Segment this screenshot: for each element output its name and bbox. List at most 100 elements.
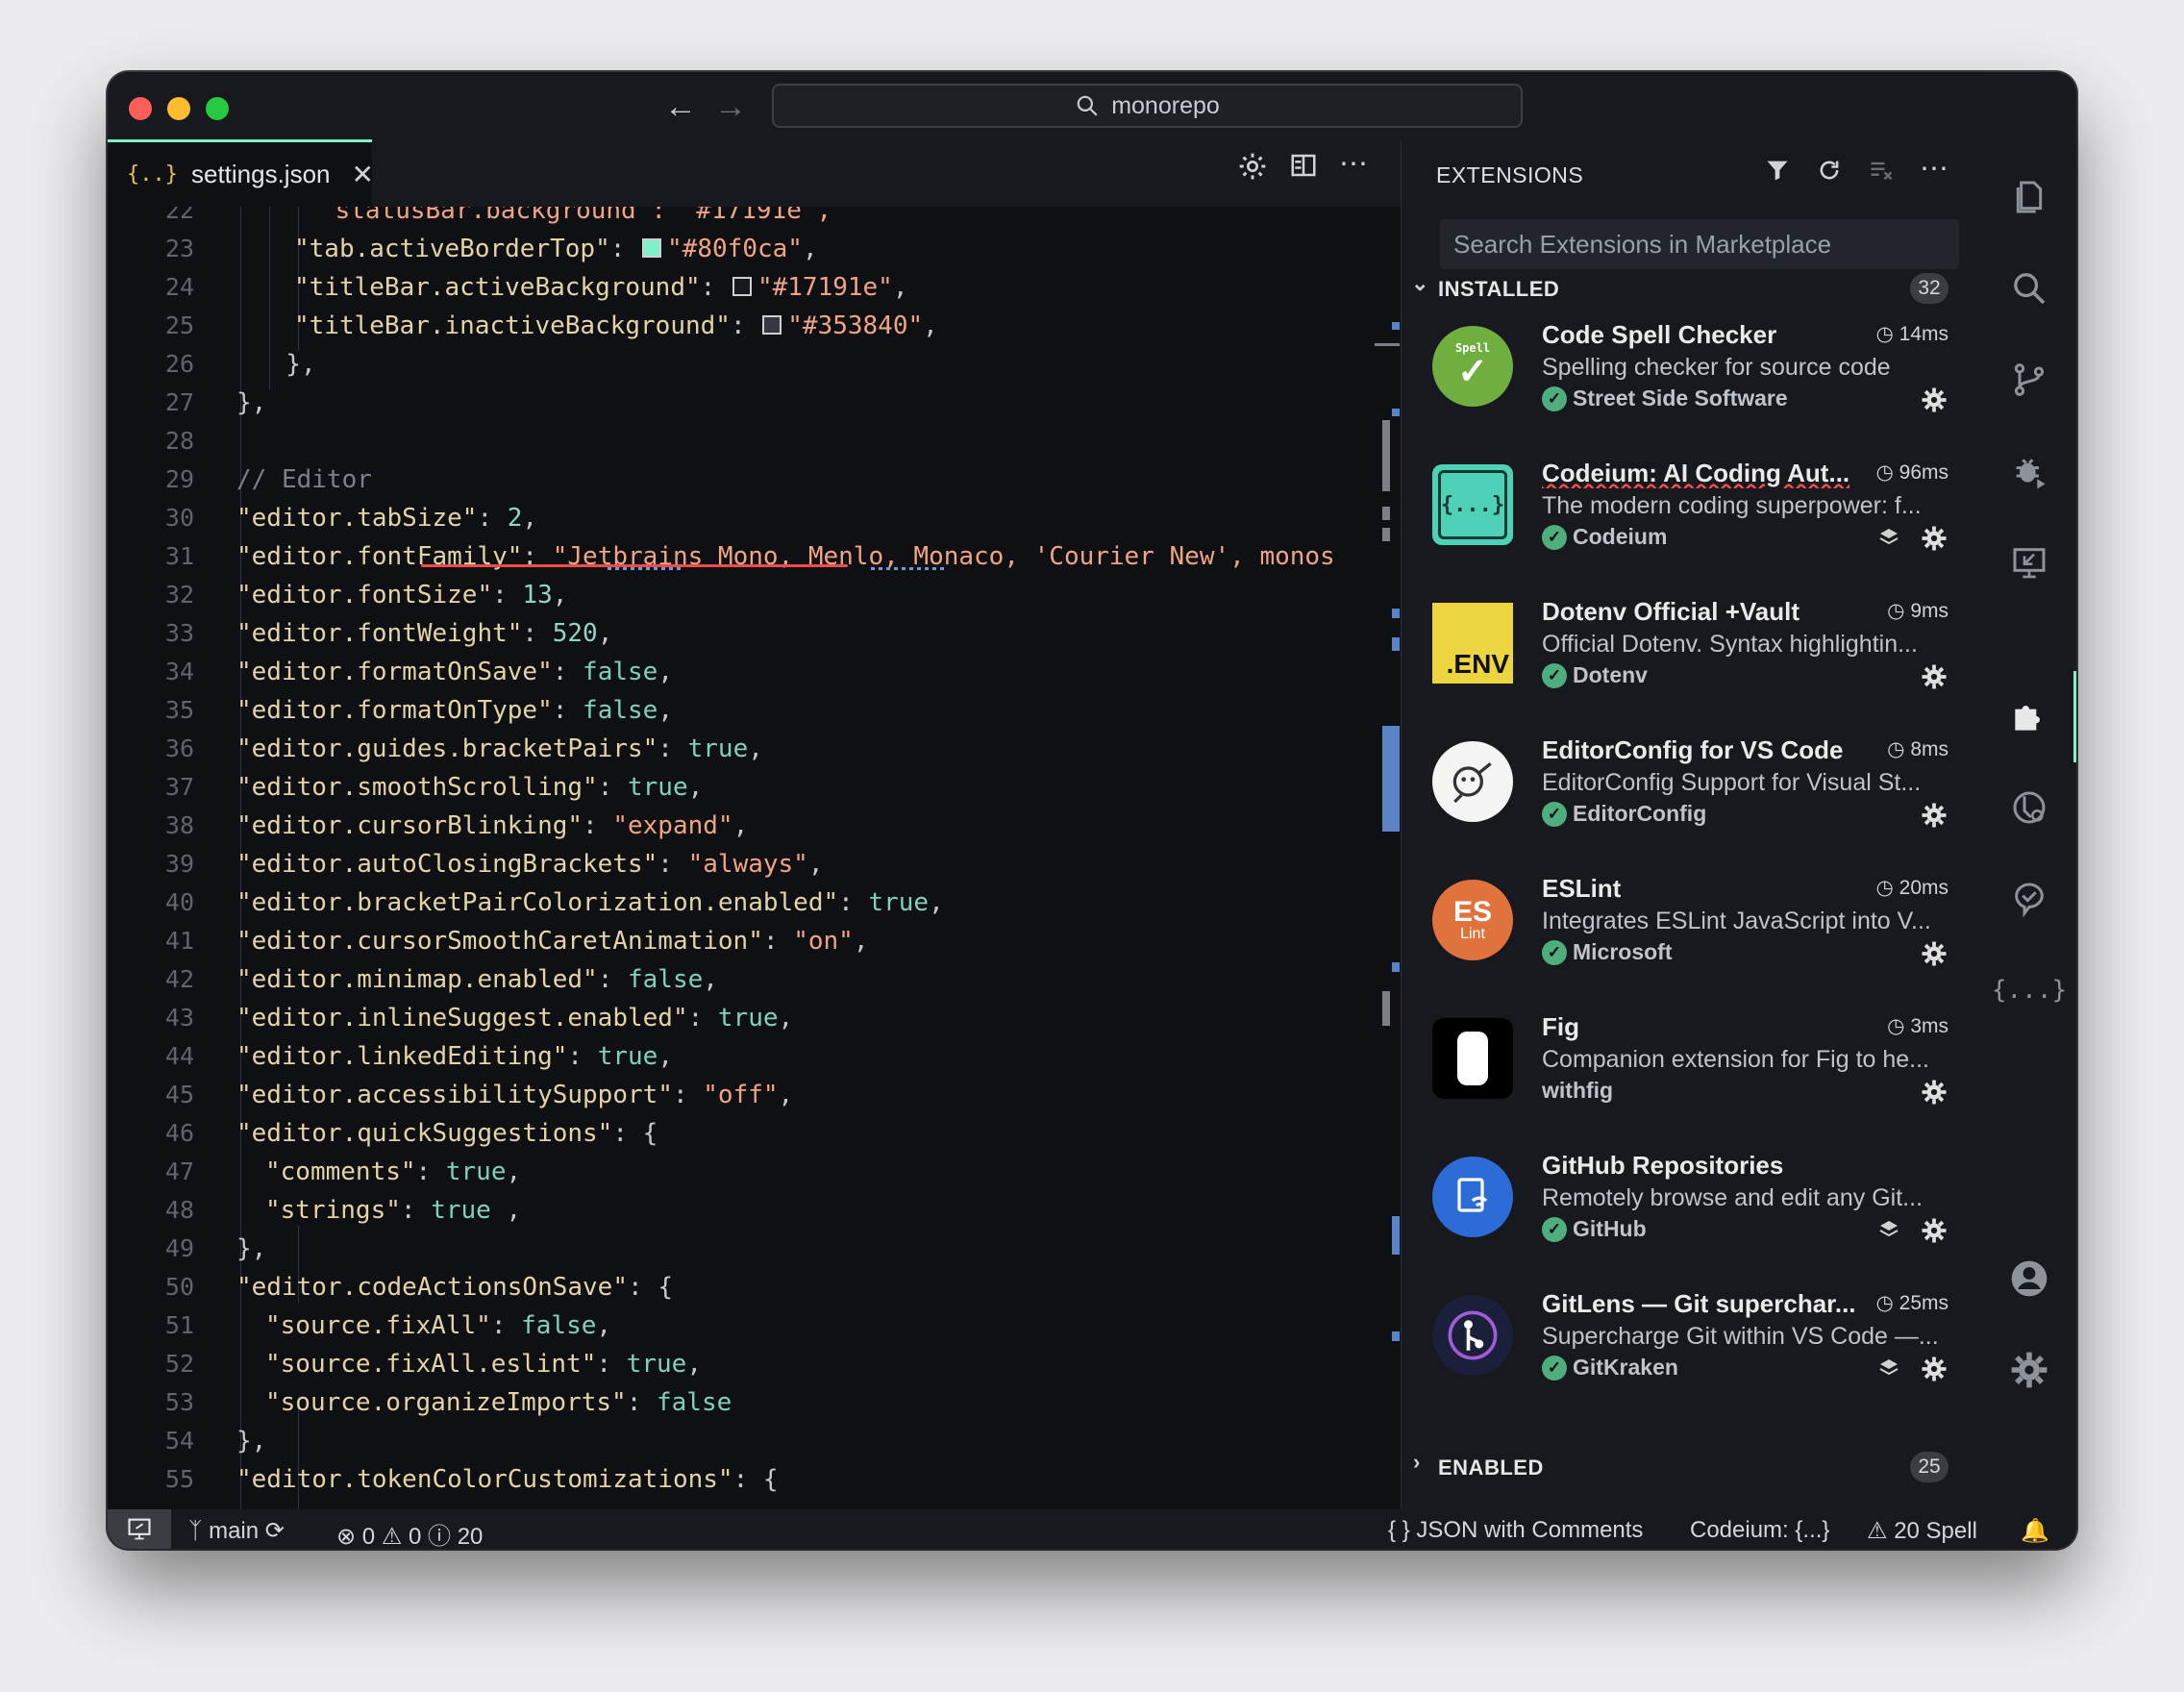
code-editor[interactable]: 22 23 24 25 26 27 28 29 30 31 32 33 34 35 36 37 38 39 40 41… (108, 207, 1401, 1509)
line-number: 41 (164, 927, 194, 955)
forward-arrow-icon[interactable]: → (713, 89, 748, 124)
line-number: 48 (164, 1196, 194, 1224)
more-actions-icon[interactable]: ⋯ (1920, 155, 1948, 184)
filter-icon[interactable] (1764, 157, 1791, 184)
publisher-name: Street Side Software (1573, 386, 1788, 411)
json-punct: , (658, 1042, 673, 1071)
layers-icon[interactable] (1877, 526, 1900, 556)
run-debug-icon[interactable] (1982, 437, 2076, 505)
explorer-icon[interactable] (1982, 163, 2076, 231)
search-icon[interactable] (1982, 255, 2076, 322)
extension-item[interactable]: Spell ✓ Code Spell Checker ◷ 14ms Spelling c… (1402, 311, 1983, 449)
clear-search-icon[interactable] (1868, 157, 1895, 184)
extension-name: EditorConfig for VS Code (1542, 735, 1844, 764)
branch-status[interactable]: ᛉ main ⟳ (188, 1517, 285, 1545)
json-braces-icon[interactable]: {...} (1982, 957, 2076, 1024)
chevron-down-icon: ⌄ (1411, 271, 1429, 295)
testing-icon[interactable] (1982, 774, 2076, 841)
remote-explorer-icon[interactable] (1982, 529, 2076, 596)
extension-description: Official Dotenv. Syntax highlightin... (1542, 631, 1918, 658)
extension-publisher[interactable]: ✓ Dotenv (1542, 662, 1648, 688)
activation-time: ◷ 14ms (1875, 322, 1948, 346)
extension-publisher[interactable]: ✓ GitKraken (1542, 1355, 1678, 1381)
manage-extension-gear-icon[interactable] (1920, 1216, 1948, 1253)
close-window-button[interactable] (129, 97, 152, 120)
installed-section-header[interactable]: ⌄ INSTALLED 32 (1402, 265, 1983, 310)
extension-publisher[interactable]: ✓ Street Side Software (1542, 386, 1788, 411)
enabled-section-header[interactable]: › ENABLED 25 (1402, 1444, 1983, 1488)
color-swatch[interactable] (762, 314, 782, 335)
json-key: "editor.formatOnType" (236, 696, 553, 725)
error-count: 0 (361, 1524, 376, 1549)
manage-extension-gear-icon[interactable] (1920, 939, 1948, 976)
language-mode[interactable]: { } JSON with Comments (1388, 1517, 1643, 1544)
json-colon: : (626, 1388, 657, 1417)
manage-extension-gear-icon[interactable] (1920, 386, 1948, 422)
tab-settings-json[interactable]: {..} settings.json ✕ (108, 139, 374, 207)
manage-extension-gear-icon[interactable] (1920, 662, 1948, 699)
json-colon: : (658, 850, 688, 879)
extension-publisher[interactable]: ✓ GitHub (1542, 1216, 1647, 1242)
color-swatch[interactable] (732, 276, 752, 296)
remote-indicator[interactable] (108, 1509, 171, 1549)
verified-icon: ✓ (1542, 1216, 1567, 1242)
more-actions-icon[interactable]: ⋯ (1339, 150, 1368, 182)
line-number: 34 (164, 658, 194, 685)
refresh-icon[interactable] (1816, 157, 1843, 184)
extension-item[interactable]: .ENV Dotenv Official +Vault ◷ 9ms Official … (1402, 587, 1983, 726)
editorconfig-extension-icon (1432, 741, 1513, 822)
problems-status[interactable]: ⊗ 0 ⚠ 0 ⓘ 20 (336, 1517, 483, 1549)
extension-publisher[interactable]: withfig (1542, 1078, 1613, 1104)
notifications-bell-icon[interactable]: 🔔 (2021, 1517, 2049, 1545)
split-editor-icon[interactable] (1289, 151, 1318, 180)
overview-ruler-mark (1392, 609, 1400, 618)
manage-extension-gear-icon[interactable] (1920, 524, 1948, 560)
layers-icon[interactable] (1877, 1218, 1900, 1248)
json-colon: : (552, 658, 583, 686)
json-key: "editor.accessibilitySupport" (236, 1081, 673, 1109)
code-line: "editor.bracketPairColorization.enabled"… (236, 883, 944, 922)
layers-icon[interactable] (1877, 1356, 1900, 1386)
search-icon (1077, 95, 1098, 116)
json-colon: : (762, 927, 794, 956)
spell-label: 20 Spell (1894, 1518, 1977, 1544)
close-tab-icon[interactable]: ✕ (352, 159, 374, 190)
gear-icon[interactable] (1237, 151, 1268, 182)
minimize-window-button[interactable] (167, 97, 190, 120)
back-arrow-icon[interactable]: ← (663, 89, 698, 124)
command-center-search[interactable]: monorepo (772, 84, 1523, 128)
json-value: "#353840" (787, 311, 924, 340)
extension-item[interactable]: Fig ◷ 3ms Companion extension for Fig to h… (1402, 1003, 1983, 1141)
color-swatch[interactable] (642, 237, 662, 258)
spell-extension-icon: Spell ✓ (1432, 326, 1513, 407)
extension-item[interactable]: EditorConfig for VS Code ◷ 8ms EditorConfi… (1402, 726, 1983, 864)
json-key: "editor.fontWeight" (236, 619, 523, 648)
extension-publisher[interactable]: ✓ Codeium (1542, 524, 1667, 550)
json-punct: , (597, 619, 613, 648)
manage-extension-gear-icon[interactable] (1920, 1078, 1948, 1114)
extension-name: GitHub Repositories (1542, 1151, 1784, 1180)
manage-extension-gear-icon[interactable] (1920, 801, 1948, 837)
account-icon[interactable] (1982, 1245, 2076, 1312)
extension-item[interactable]: GitLens — Git superchar... ◷ 25ms Supercha… (1402, 1280, 1983, 1418)
extension-item[interactable]: GitHub Repositories Remotely browse and e… (1402, 1141, 1983, 1280)
extension-publisher[interactable]: ✓ EditorConfig (1542, 801, 1706, 827)
extension-item[interactable]: {...} Codeium: AI Coding Aut... ◷ 96ms The … (1402, 449, 1983, 587)
code-token: }, (256, 350, 316, 379)
source-control-icon[interactable] (1982, 346, 2076, 413)
json-punct: , (686, 1350, 702, 1379)
extension-item[interactable]: ES Lint ESLint ◷ 20ms Integrates ESLint Java… (1402, 864, 1983, 1003)
codeium-status[interactable]: Codeium: {...} (1690, 1517, 1829, 1544)
codeium-chat-icon[interactable] (1982, 865, 2076, 933)
spell-status[interactable]: ⚠ 20 Spell (1867, 1517, 1977, 1545)
json-value: "on" (793, 927, 854, 956)
maximize-window-button[interactable] (206, 97, 229, 120)
manage-gear-icon[interactable] (1982, 1336, 2076, 1404)
extensions-search-input[interactable]: Search Extensions in Marketplace (1440, 219, 1959, 269)
extensions-icon[interactable] (1982, 683, 2076, 750)
github-extension-icon (1432, 1157, 1513, 1237)
code-content[interactable]: "statusBar.background": "#17191e", "tab.a… (236, 207, 1380, 1509)
manage-extension-gear-icon[interactable] (1920, 1355, 1948, 1391)
overview-ruler-mark (1392, 322, 1400, 330)
extension-publisher[interactable]: ✓ Microsoft (1542, 939, 1673, 965)
